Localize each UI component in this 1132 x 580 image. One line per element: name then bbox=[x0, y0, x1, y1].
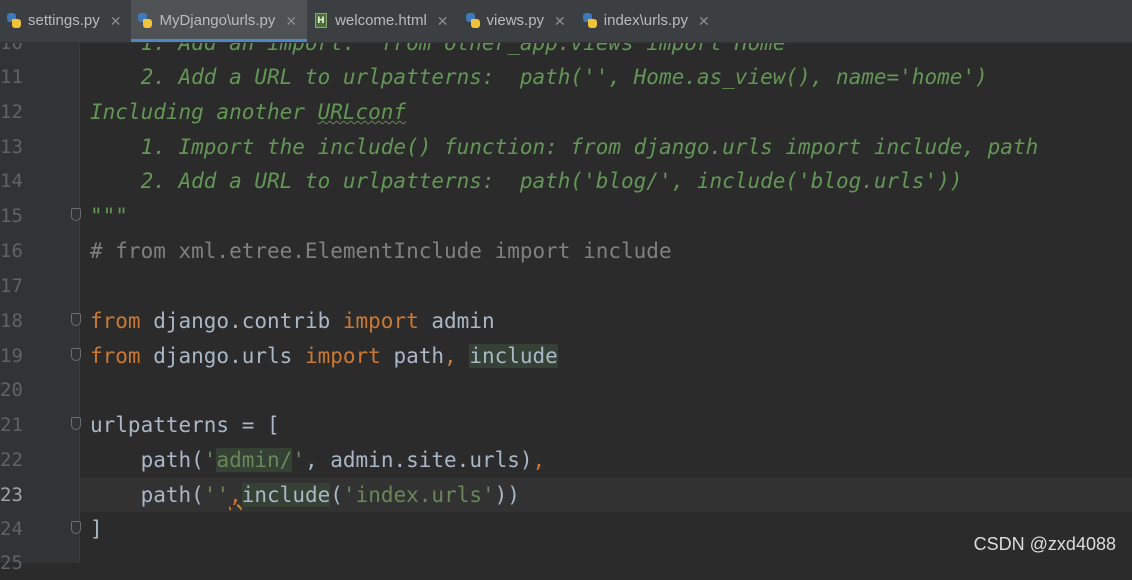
line-number: 21 bbox=[0, 414, 23, 436]
code-text[interactable]: from django.urls import path, include bbox=[90, 339, 558, 373]
close-icon[interactable]: ✕ bbox=[285, 13, 297, 30]
code-line[interactable]: 12 Including another URLconf bbox=[0, 95, 1132, 129]
docstring-text: Including another bbox=[90, 100, 318, 124]
tab-label: index\urls.py bbox=[603, 12, 688, 29]
line-number: 13 bbox=[0, 136, 23, 158]
keyword: from bbox=[90, 344, 141, 368]
line-number: 22 bbox=[0, 449, 23, 471]
code-line[interactable]: 14 2. Add a URL to urlpatterns: path('bl… bbox=[0, 164, 1132, 198]
call-text: path( bbox=[90, 483, 204, 507]
close-icon[interactable]: ✕ bbox=[437, 13, 449, 30]
code-line[interactable]: 16 # from xml.etree.ElementInclude impor… bbox=[0, 234, 1132, 268]
line-number: 20 bbox=[0, 379, 23, 401]
string-literal: 'index.urls' bbox=[342, 483, 495, 507]
code-text[interactable]: 2. Add a URL to urlpatterns: path('blog/… bbox=[90, 164, 963, 198]
string-literal: admin/ bbox=[216, 448, 293, 472]
spelling-warning: URLconf bbox=[317, 100, 407, 124]
code-line[interactable]: 17 bbox=[0, 269, 1132, 303]
module-name: django.urls bbox=[140, 344, 305, 368]
code-text[interactable]: # from xml.etree.ElementInclude import i… bbox=[90, 234, 672, 268]
watermark: CSDN @zxd4088 bbox=[973, 534, 1116, 554]
code-line[interactable]: 20 bbox=[0, 373, 1132, 407]
code-line[interactable]: 25 bbox=[0, 546, 1132, 580]
tab-welcome-html[interactable]: H welcome.html ✕ bbox=[307, 0, 458, 42]
code-line[interactable]: 15 """ bbox=[0, 199, 1132, 233]
call-text: , admin.site.urls) bbox=[304, 448, 533, 472]
code-line[interactable]: 18 from django.contrib import admin bbox=[0, 304, 1132, 338]
line-number: 14 bbox=[0, 170, 23, 192]
tab-mydjango-urls-py[interactable]: MyDjango\urls.py ✕ bbox=[131, 0, 308, 42]
code-line[interactable]: 19 from django.urls import path, include bbox=[0, 339, 1132, 373]
line-number: 23 bbox=[0, 484, 23, 506]
tab-label: welcome.html bbox=[335, 12, 427, 29]
python-file-icon bbox=[582, 13, 598, 29]
keyword: import bbox=[342, 309, 419, 333]
line-number: 12 bbox=[0, 101, 23, 123]
code-text[interactable]: Including another URLconf bbox=[90, 95, 406, 129]
fold-marker-icon[interactable] bbox=[71, 313, 81, 326]
line-number: 25 bbox=[0, 552, 23, 574]
code-line[interactable]: 21 urlpatterns = [ bbox=[0, 408, 1132, 442]
python-file-icon bbox=[6, 13, 22, 29]
html-file-icon: H bbox=[313, 13, 329, 29]
fold-marker-icon[interactable] bbox=[71, 208, 81, 221]
code-line[interactable]: 11 2. Add a URL to urlpatterns: path('',… bbox=[0, 60, 1132, 94]
comma: , bbox=[444, 344, 470, 368]
keyword: import bbox=[304, 344, 381, 368]
code-text[interactable]: ] bbox=[90, 512, 103, 546]
code-text[interactable]: """ bbox=[90, 199, 128, 233]
fold-marker-icon[interactable] bbox=[71, 417, 81, 430]
string-quote: ' bbox=[292, 448, 305, 472]
code-text[interactable]: 1. Import the include() function: from d… bbox=[90, 130, 1039, 164]
code-text[interactable]: path('admin/', admin.site.urls), bbox=[90, 443, 545, 477]
editor-tab-bar: settings.py ✕ MyDjango\urls.py ✕ H welco… bbox=[0, 0, 1132, 43]
highlighted-identifier: include bbox=[469, 344, 558, 368]
code-line[interactable]: 13 1. Import the include() function: fro… bbox=[0, 130, 1132, 164]
code-text[interactable]: from django.contrib import admin bbox=[90, 304, 495, 338]
keyword: from bbox=[90, 309, 141, 333]
line-number: 17 bbox=[0, 275, 23, 297]
imported-name: path bbox=[380, 344, 445, 368]
fold-marker-icon[interactable] bbox=[71, 348, 81, 361]
tab-label: settings.py bbox=[28, 12, 100, 29]
comma: , bbox=[532, 448, 546, 472]
line-number: 15 bbox=[0, 205, 23, 227]
call-text: path( bbox=[90, 448, 204, 472]
highlighted-identifier: include bbox=[241, 483, 331, 507]
call-text: )) bbox=[494, 483, 520, 507]
tab-label: views.py bbox=[486, 12, 545, 29]
string-quote: ' bbox=[203, 448, 217, 472]
close-icon[interactable]: ✕ bbox=[554, 13, 566, 30]
close-icon[interactable]: ✕ bbox=[110, 13, 122, 30]
code-line[interactable]: 24 ] bbox=[0, 512, 1132, 546]
code-text[interactable]: urlpatterns = [ bbox=[90, 408, 280, 442]
line-number: 18 bbox=[0, 310, 23, 332]
fold-marker-icon[interactable] bbox=[71, 521, 81, 534]
line-number: 19 bbox=[0, 345, 23, 367]
code-line[interactable]: 22 path('admin/', admin.site.urls), bbox=[0, 443, 1132, 477]
tab-index-urls-py[interactable]: index\urls.py ✕ bbox=[576, 0, 720, 42]
comma-warning: , bbox=[229, 483, 242, 507]
line-number: 11 bbox=[0, 66, 23, 88]
imported-name: admin bbox=[418, 309, 495, 333]
line-number: 16 bbox=[0, 240, 23, 262]
close-icon[interactable]: ✕ bbox=[698, 13, 710, 30]
tab-settings-py[interactable]: settings.py ✕ bbox=[0, 0, 131, 42]
code-text[interactable]: path('',include('index.urls')) bbox=[90, 478, 520, 512]
code-text[interactable]: 2. Add a URL to urlpatterns: path('', Ho… bbox=[90, 60, 988, 94]
tab-views-py[interactable]: views.py ✕ bbox=[459, 0, 576, 42]
call-text: ( bbox=[330, 483, 343, 507]
python-file-icon bbox=[137, 13, 153, 29]
code-line-current[interactable]: 23 path('',include('index.urls')) bbox=[0, 478, 1132, 512]
line-number: 24 bbox=[0, 518, 23, 540]
module-name: django.contrib bbox=[140, 309, 343, 333]
string-literal: '' bbox=[203, 483, 230, 507]
tab-label: MyDjango\urls.py bbox=[159, 12, 276, 29]
python-file-icon bbox=[465, 13, 481, 29]
